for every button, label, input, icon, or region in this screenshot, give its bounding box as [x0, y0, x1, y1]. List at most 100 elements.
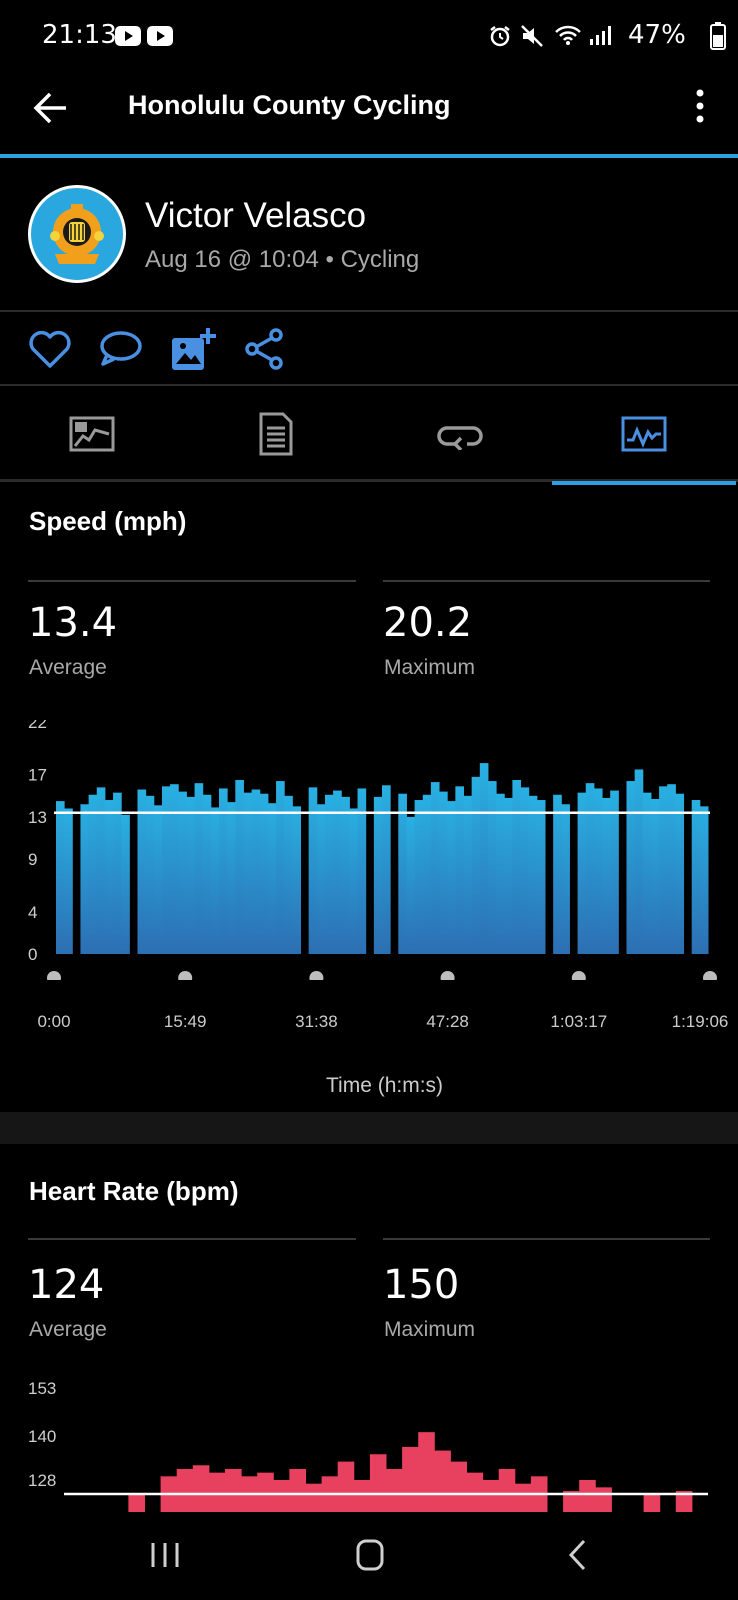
- divider: [28, 580, 356, 582]
- battery-percent: 47%: [628, 20, 686, 50]
- speed-sample: [487, 781, 497, 954]
- page-title: Honolulu County Cycling: [128, 90, 451, 120]
- youtube-notification-icon: [147, 26, 173, 46]
- divider: [383, 580, 710, 582]
- speed-sample: [113, 792, 122, 954]
- speed-sample: [316, 804, 326, 954]
- heart-rate-sample: [225, 1468, 242, 1512]
- home-icon[interactable]: [355, 1538, 385, 1572]
- x-tick-label: 47:28: [426, 1012, 469, 1031]
- back-arrow-icon[interactable]: [30, 88, 70, 128]
- signal-icon: [590, 26, 611, 45]
- heart-rate-sample: [337, 1461, 355, 1512]
- speed-sample: [137, 789, 147, 954]
- speed-sample: [373, 796, 383, 954]
- speed-sample: [691, 800, 701, 954]
- speed-sample: [414, 800, 424, 954]
- heart-rate-sample: [450, 1461, 467, 1512]
- speed-sample: [202, 794, 212, 954]
- heart-rate-sample: [176, 1468, 194, 1512]
- comment-icon[interactable]: [98, 326, 144, 372]
- avatar[interactable]: [28, 185, 126, 283]
- x-axis-label: Time (h:m:s): [326, 1074, 444, 1097]
- speed-sample: [227, 802, 236, 954]
- heart-rate-sample: [386, 1468, 403, 1512]
- hr-average-label: Average: [29, 1318, 107, 1341]
- speed-maximum-value: 20.2: [383, 600, 473, 646]
- y-tick-label: 0: [28, 945, 37, 964]
- action-row: [0, 312, 738, 386]
- y-tick-label: 128: [28, 1471, 56, 1490]
- x-tick-dot: [571, 971, 586, 980]
- x-tick-label: 31:38: [295, 1012, 338, 1031]
- more-options-icon[interactable]: [690, 86, 710, 126]
- speed-sample: [577, 792, 587, 954]
- speed-average-value: 13.4: [28, 600, 118, 646]
- app-bar: Honolulu County Cycling: [0, 72, 738, 156]
- y-tick-label: 9: [28, 850, 37, 869]
- heart-rate-title: Heart Rate (bpm): [29, 1176, 239, 1206]
- tab-laps[interactable]: [368, 386, 552, 482]
- athlete-name: Victor Velasco: [145, 196, 367, 235]
- speed-sample: [667, 784, 676, 954]
- alarm-icon: [490, 26, 510, 47]
- y-tick-label: 4: [28, 903, 37, 922]
- speed-sample: [430, 782, 440, 954]
- speed-sample: [479, 763, 489, 954]
- x-tick-label: 1:19:06: [671, 1012, 729, 1031]
- document-icon: [259, 412, 293, 456]
- speed-sample: [104, 800, 114, 954]
- y-tick-label: 140: [28, 1427, 56, 1446]
- speed-sample: [626, 781, 636, 954]
- hr-maximum-label: Maximum: [384, 1318, 476, 1341]
- activity-tabs: [0, 386, 738, 485]
- speed-sample: [471, 776, 481, 954]
- speed-sample: [121, 814, 130, 954]
- x-tick-dot: [178, 971, 193, 980]
- x-tick-dot: [703, 971, 717, 980]
- heart-rate-sample: [257, 1472, 274, 1512]
- speed-sample: [341, 796, 350, 954]
- x-tick-dot: [440, 971, 455, 980]
- y-tick-label: 153: [28, 1382, 56, 1398]
- y-tick-label: 17: [28, 766, 47, 785]
- section-separator: [0, 1112, 738, 1144]
- map-icon: [69, 416, 115, 452]
- x-tick-label: 0:00: [37, 1012, 71, 1031]
- speed-average-label: Average: [29, 656, 107, 679]
- x-tick-label: 1:03:17: [550, 1012, 608, 1031]
- hr-average-value: 124: [28, 1262, 105, 1308]
- heart-rate-sample: [192, 1465, 210, 1512]
- speed-sample: [496, 793, 505, 954]
- heart-icon[interactable]: [27, 326, 73, 372]
- speed-sample: [504, 797, 513, 954]
- speed-sample: [145, 795, 155, 954]
- heart-rate-sample: [579, 1480, 596, 1512]
- heart-rate-sample: [434, 1450, 451, 1512]
- speed-sample: [406, 816, 416, 954]
- heart-rate-sample: [466, 1472, 484, 1512]
- speed-sample: [699, 806, 709, 954]
- heart-rate-chart: 128 140 153: [28, 1382, 708, 1512]
- activity-header: Victor Velasco Aug 16 @ 10:04 • Cycling: [0, 158, 738, 312]
- speed-sample: [561, 804, 570, 954]
- x-tick-dot: [309, 971, 324, 980]
- speed-sample: [88, 794, 98, 954]
- heart-rate-sample: [482, 1480, 500, 1512]
- speed-sample: [324, 794, 334, 954]
- speed-sample: [512, 780, 522, 954]
- speed-sample: [602, 797, 611, 954]
- diver-helmet-icon: [50, 204, 104, 264]
- tab-map[interactable]: [0, 386, 184, 482]
- speed-sample: [292, 806, 301, 954]
- back-nav-icon[interactable]: [566, 1538, 590, 1572]
- speed-sample: [634, 769, 644, 954]
- share-icon[interactable]: [242, 326, 288, 372]
- add-photo-icon[interactable]: [170, 326, 216, 372]
- tab-charts[interactable]: [552, 386, 736, 485]
- speed-sample: [650, 798, 660, 954]
- speed-sample: [170, 784, 179, 954]
- heart-rate-sample: [643, 1494, 661, 1512]
- recent-apps-icon[interactable]: [148, 1540, 182, 1570]
- tab-details[interactable]: [184, 386, 368, 482]
